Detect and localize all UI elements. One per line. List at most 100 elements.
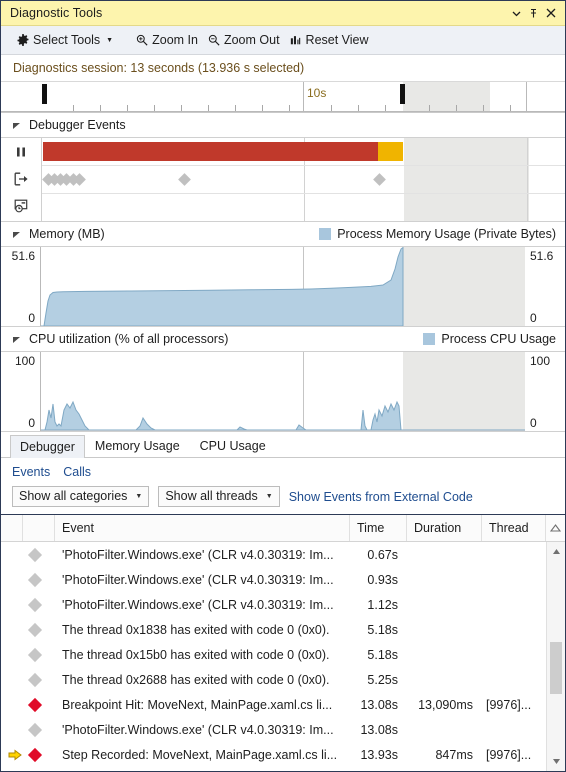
cpu-plot[interactable] <box>41 352 525 431</box>
row-gutter <box>1 617 23 642</box>
column-header-time[interactable]: Time <box>350 515 407 541</box>
title-bar: Diagnostic Tools <box>1 1 565 26</box>
thread-filter-dropdown[interactable]: Show all threads ▼ <box>158 486 280 507</box>
events-table-header: Event Time Duration Thread <box>1 515 565 542</box>
debugger-events-header[interactable]: Debugger Events <box>1 113 565 137</box>
selection-handle-start[interactable] <box>42 84 47 104</box>
column-header-icon <box>23 515 55 541</box>
toolbar: Select Tools ▼ Zoom In Zoom Out Reset Vi… <box>1 26 565 55</box>
gray-diamond-icon <box>23 567 55 592</box>
event-description: 'PhotoFilter.Windows.exe' (CLR v4.0.3031… <box>62 547 334 562</box>
event-duration <box>407 667 482 692</box>
memory-header[interactable]: Memory (MB) Process Memory Usage (Privat… <box>1 222 565 246</box>
ruler-shaded-region <box>403 82 490 112</box>
event-duration <box>407 567 482 592</box>
row-gutter <box>1 667 23 692</box>
cpu-y-axis-right: 100 0 <box>525 352 565 431</box>
zoom-out-label: Zoom Out <box>223 33 280 47</box>
current-event-arrow-icon <box>1 742 23 767</box>
zoom-out-button[interactable]: Zoom Out <box>203 31 285 49</box>
column-header-duration[interactable]: Duration <box>407 515 482 541</box>
debugger-events-section: Debugger Events <box>1 113 565 222</box>
column-header-gutter <box>1 515 23 541</box>
gray-diamond-icon <box>23 592 55 617</box>
table-row[interactable]: 'PhotoFilter.Windows.exe' (CLR v4.0.3031… <box>1 542 546 567</box>
column-header-event[interactable]: Event <box>55 515 350 541</box>
collapse-triangle-icon[interactable] <box>11 334 22 345</box>
break-state-track[interactable] <box>42 138 565 166</box>
select-tools-button[interactable]: Select Tools ▼ <box>12 31 118 49</box>
memory-y-max-right: 51.6 <box>530 249 554 263</box>
chevron-down-icon: ▼ <box>135 492 143 500</box>
memory-title: Memory (MB) <box>29 227 105 241</box>
category-filter-label: Show all categories <box>19 489 128 503</box>
red-diamond-icon <box>23 692 55 717</box>
chevron-down-icon[interactable] <box>508 5 525 22</box>
ruler-major-gridline <box>526 82 527 112</box>
select-tools-label: Select Tools <box>33 33 101 47</box>
calls-link[interactable]: Calls <box>63 465 91 479</box>
cpu-area-series <box>41 400 525 431</box>
legend-swatch-icon <box>423 333 436 345</box>
events-link[interactable]: Events <box>12 465 50 479</box>
row-gutter <box>1 567 23 592</box>
snapshots-track[interactable] <box>42 194 565 221</box>
memory-y-axis-right: 51.6 0 <box>525 247 565 326</box>
event-thread <box>482 617 546 642</box>
pause-state-bar <box>378 142 403 161</box>
table-row[interactable]: The thread 0x15b0 has exited with code 0… <box>1 642 546 667</box>
memory-area-series <box>41 247 404 326</box>
timeline-ruler[interactable]: 10s <box>1 82 565 113</box>
row-gutter <box>1 542 23 567</box>
event-description: The thread 0x15b0 has exited with code 0… <box>62 647 330 662</box>
debugger-events-icon-column <box>1 138 42 221</box>
event-thread <box>482 642 546 667</box>
table-row[interactable]: Breakpoint Hit: MoveNext, MainPage.xaml.… <box>1 692 546 717</box>
table-row[interactable]: The thread 0x2688 has exited with code 0… <box>1 667 546 692</box>
scroll-down-icon[interactable] <box>548 754 565 769</box>
sort-ascending-icon[interactable] <box>546 515 565 541</box>
pin-icon[interactable] <box>525 5 542 22</box>
collapse-triangle-icon[interactable] <box>11 120 22 131</box>
column-header-thread[interactable]: Thread <box>482 515 546 541</box>
table-row[interactable]: 'PhotoFilter.Windows.exe' (CLR v4.0.3031… <box>1 567 546 592</box>
memory-legend: Process Memory Usage (Private Bytes) <box>319 222 556 246</box>
gray-diamond-icon <box>23 542 55 567</box>
memory-plot[interactable] <box>41 247 525 326</box>
event-marker-icon[interactable] <box>373 173 386 186</box>
table-row[interactable]: 'PhotoFilter.Windows.exe' (CLR v4.0.3031… <box>1 717 546 742</box>
event-description: 'PhotoFilter.Windows.exe' (CLR v4.0.3031… <box>62 572 334 587</box>
category-filter-dropdown[interactable]: Show all categories ▼ <box>12 486 150 507</box>
event-thread <box>482 667 546 692</box>
debugger-events-title: Debugger Events <box>29 118 126 132</box>
scroll-up-icon[interactable] <box>548 544 565 559</box>
memory-y-max: 51.6 <box>11 249 35 263</box>
table-row[interactable]: Step Recorded: MoveNext, MainPage.xaml.c… <box>1 742 546 767</box>
debugger-events-tracks[interactable] <box>42 138 565 221</box>
event-time: 13.08s <box>360 722 398 737</box>
cpu-header[interactable]: CPU utilization (% of all processors) Pr… <box>1 327 565 351</box>
memory-legend-label: Process Memory Usage (Private Bytes) <box>337 227 556 241</box>
tab-memory-usage[interactable]: Memory Usage <box>85 434 190 457</box>
table-row[interactable]: 'PhotoFilter.Windows.exe' (CLR v4.0.3031… <box>1 592 546 617</box>
reset-view-button[interactable]: Reset View <box>285 31 374 49</box>
selection-handle-end[interactable] <box>400 84 405 104</box>
events-track[interactable] <box>42 166 565 194</box>
tab-debugger[interactable]: Debugger <box>10 435 85 458</box>
cpu-legend-label: Process CPU Usage <box>441 332 556 346</box>
session-label: Diagnostics session: 13 seconds (13.936 … <box>13 61 305 75</box>
reset-view-label: Reset View <box>305 33 369 47</box>
show-external-code-link[interactable]: Show Events from External Code <box>289 490 473 504</box>
ruler-major-gridline <box>303 82 304 112</box>
tab-cpu-usage[interactable]: CPU Usage <box>190 434 276 457</box>
zoom-in-button[interactable]: Zoom In <box>131 31 203 49</box>
table-row[interactable]: The thread 0x1838 has exited with code 0… <box>1 617 546 642</box>
collapse-triangle-icon[interactable] <box>11 229 22 240</box>
scrollbar-thumb[interactable] <box>550 642 562 694</box>
table-scrollbar[interactable] <box>546 542 565 771</box>
chevron-down-icon: ▼ <box>265 492 273 500</box>
break-state-bar <box>43 142 378 161</box>
close-icon[interactable] <box>542 5 559 22</box>
event-marker-icon[interactable] <box>178 173 191 186</box>
view-links: Events Calls <box>12 465 565 479</box>
